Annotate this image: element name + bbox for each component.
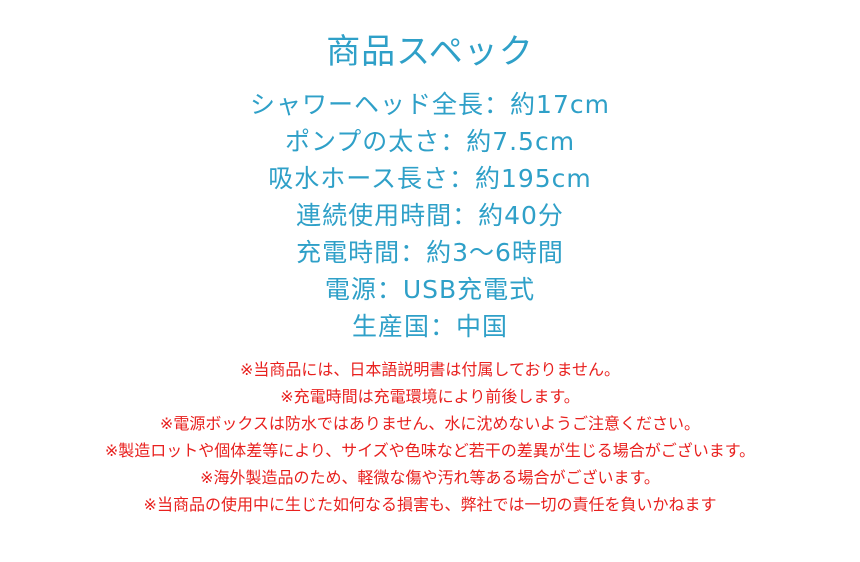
- spec-hose-length: 吸水ホース長さ：約195cm: [268, 164, 592, 193]
- spec-continuous-use-time: 連続使用時間：約40分: [296, 201, 564, 230]
- page-title: 商品スペック: [326, 32, 534, 72]
- notes-list: ※当商品には、日本語説明書は付属しておりません。 ※充電時間は充電環境により前後…: [0, 356, 860, 518]
- note-waterproof: ※電源ボックスは防水ではありません、水に沈めないようご注意ください。: [159, 414, 701, 433]
- spec-sheet: 商品スペック シャワーヘッド全長：約17cm ポンプの太さ：約7.5cm 吸水ホ…: [0, 0, 860, 562]
- note-charging: ※充電時間は充電環境により前後します。: [280, 387, 580, 406]
- note-scratches: ※海外製造品のため、軽微な傷や汚れ等ある場合がございます。: [200, 468, 660, 487]
- spec-country-of-origin: 生産国：中国: [351, 312, 508, 341]
- note-liability: ※当商品の使用中に生じた如何なる損害も、弊社では一切の責任を負いかねます: [143, 495, 717, 514]
- spec-pump-thickness: ポンプの太さ：約7.5cm: [284, 127, 576, 156]
- spec-shower-head-length: シャワーヘッド全長：約17cm: [250, 90, 610, 119]
- spec-list: シャワーヘッド全長：約17cm ポンプの太さ：約7.5cm 吸水ホース長さ：約1…: [0, 86, 860, 345]
- note-manual: ※当商品には、日本語説明書は付属しておりません。: [240, 360, 620, 379]
- spec-charging-time: 充電時間：約3〜6時間: [296, 238, 564, 267]
- note-variation: ※製造ロットや個体差等により、サイズや色味など若干の差異が生じる場合がございます…: [104, 441, 756, 460]
- spec-power-source: 電源：USB充電式: [324, 275, 536, 304]
